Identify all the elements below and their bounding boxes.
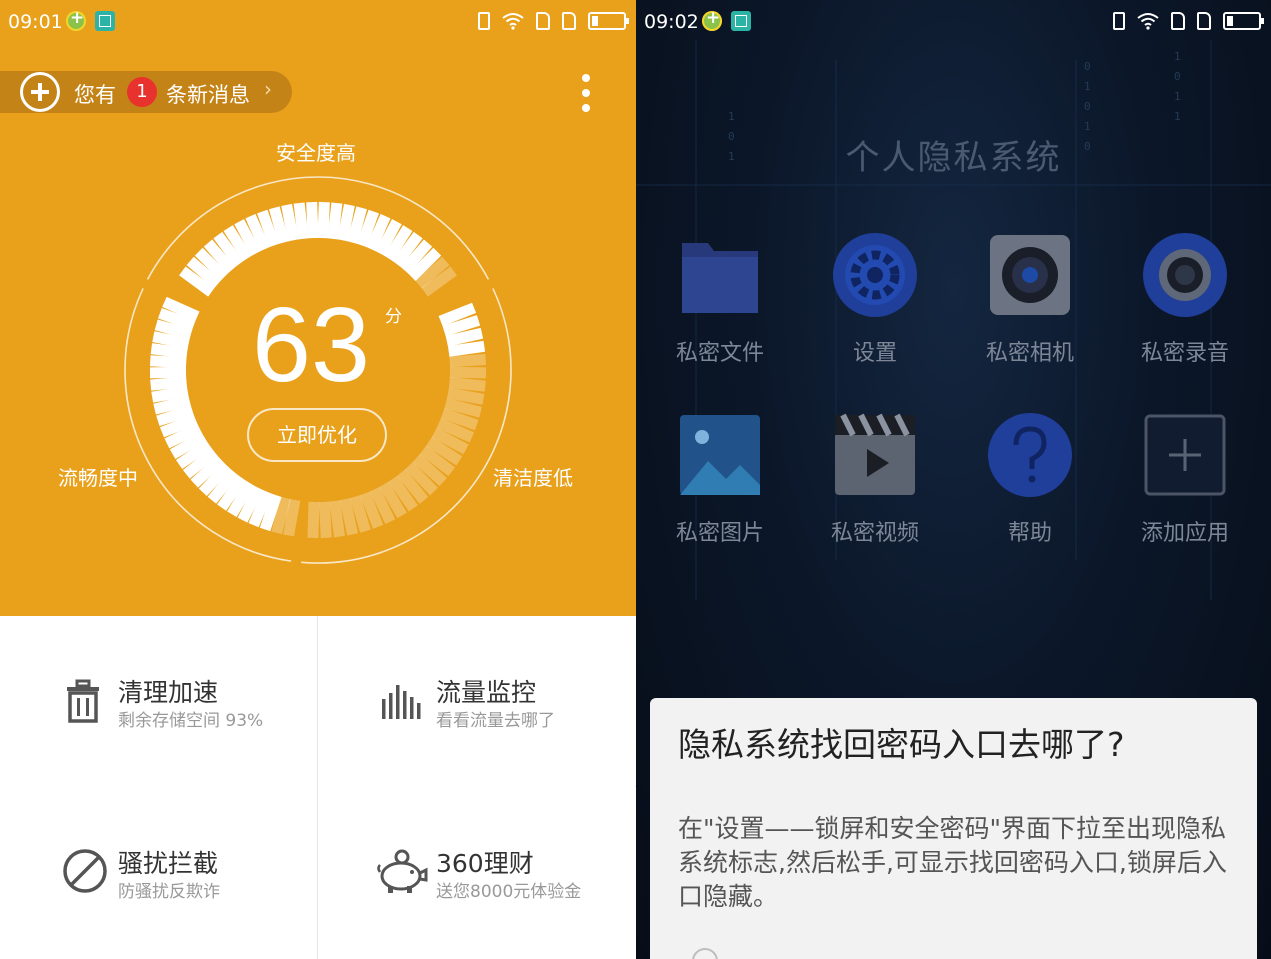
- battery-icon: [1223, 12, 1264, 30]
- sim1-icon: [1171, 12, 1185, 30]
- gauge-segment: [445, 327, 484, 347]
- gauge-segment: [449, 366, 487, 379]
- svg-text:1: 1: [1084, 80, 1091, 93]
- dialog-title: 隐私系统找回密码入口去哪了?: [678, 725, 1125, 764]
- app-label: 私密视频: [830, 521, 919, 546]
- picture-icon: [680, 415, 760, 495]
- tile-360-finance[interactable]: 360理财 送您8000元体验金: [318, 788, 635, 958]
- app-label: 添加应用: [1140, 521, 1229, 546]
- gauge-segment: [337, 203, 355, 242]
- dialog-checkbox-icon[interactable]: [690, 946, 720, 959]
- svg-text:1: 1: [728, 110, 735, 123]
- tile-subtitle: 送您8000元体验金: [436, 882, 582, 902]
- gauge-segment: [283, 499, 301, 537]
- score-unit: 分: [385, 307, 402, 327]
- status-time: 09:02: [644, 11, 699, 33]
- app-label: 私密图片: [675, 521, 764, 546]
- app-notification-icon: [702, 8, 722, 31]
- gauge-segment: [293, 202, 309, 240]
- gauge-segment: [150, 343, 188, 359]
- camera-icon: [990, 235, 1070, 315]
- optimize-button[interactable]: 立即优化: [247, 408, 387, 462]
- add-app-icon: [1144, 414, 1226, 496]
- svg-text:0: 0: [1084, 60, 1091, 73]
- security-score: 63: [252, 286, 370, 404]
- gauge-segment: [448, 377, 486, 392]
- sim2-icon: [1197, 12, 1211, 30]
- cleanliness-level-label: 清洁度低: [493, 466, 573, 490]
- password-recovery-dialog: 隐私系统找回密码入口去哪了? 在"设置——锁屏和安全密码"界面下拉至出现隐私系统…: [650, 698, 1257, 959]
- tile-title: 360理财: [436, 849, 534, 878]
- status-bar: 09:02: [636, 0, 1271, 44]
- screenshot-icon: [731, 11, 751, 31]
- tile-subtitle: 看看流量去哪了: [436, 711, 555, 731]
- gauge-segment: [318, 501, 332, 539]
- app-label: 私密相机: [985, 341, 1074, 366]
- gauge-segment: [447, 340, 486, 357]
- tile-title: 清理加速: [118, 678, 219, 707]
- app-label: 私密文件: [675, 341, 764, 366]
- gauge-segment: [151, 385, 189, 403]
- fluency-level-label: 流畅度中: [58, 466, 138, 490]
- gauge-segment: [281, 203, 299, 242]
- tile-title: 流量监控: [436, 678, 537, 707]
- gauge-segment: [149, 355, 187, 369]
- tile-title: 骚扰拦截: [118, 849, 219, 878]
- video-clapper-icon: [835, 413, 915, 495]
- app-label: 帮助: [1007, 521, 1052, 546]
- piggy-bank-icon: [377, 849, 428, 893]
- wifi-icon: [1137, 12, 1159, 30]
- dialog-body: 在"设置——锁屏和安全密码"界面下拉至出现隐私系统标志,然后松手,可显示找回密码…: [678, 814, 1227, 911]
- gauge-segment: [149, 366, 187, 379]
- svg-text:0: 0: [1084, 100, 1091, 113]
- app-label: 设置: [852, 341, 897, 366]
- help-icon: [988, 413, 1072, 497]
- recorder-icon: [1143, 233, 1227, 317]
- bar-chart-icon: [382, 685, 421, 719]
- trash-icon: [67, 679, 99, 723]
- gauge-segment: [329, 500, 345, 538]
- tile-harassment-block[interactable]: 骚扰拦截 防骚扰反欺诈: [0, 788, 317, 958]
- gauge-segment: [150, 376, 188, 391]
- app-label: 私密录音: [1140, 341, 1229, 366]
- gauge-segment: [307, 501, 320, 539]
- vibrate-icon: [1113, 12, 1125, 30]
- gauge-segment: [317, 201, 330, 239]
- tile-clean-speedup[interactable]: 清理加速 剩余存储空间 93%: [0, 617, 317, 787]
- gauge-segment: [327, 202, 343, 240]
- gauge-segment: [339, 498, 358, 536]
- svg-text:1: 1: [1174, 110, 1181, 123]
- gauge-segment: [449, 354, 487, 368]
- tile-subtitle: 防骚扰反欺诈: [118, 882, 220, 902]
- settings-gear-icon: [833, 233, 917, 317]
- gauge-segment: [447, 387, 485, 405]
- gauge-segment: [306, 201, 319, 239]
- svg-text:1: 1: [1174, 50, 1181, 63]
- tile-subtitle: 剩余存储空间 93%: [118, 711, 264, 731]
- safety-level-label: 安全度高: [276, 141, 356, 165]
- tile-traffic-monitor[interactable]: 流量监控 看看流量去哪了: [318, 617, 635, 787]
- block-icon: [63, 849, 107, 893]
- score-header: 09:01 您有 1 条新消息 › 安全度高 流畅度中: [0, 0, 636, 616]
- svg-text:0: 0: [1174, 70, 1181, 83]
- security-app-screen: 09:01 您有 1 条新消息 › 安全度高 流畅度中: [0, 0, 636, 959]
- privacy-system-title: 个人隐私系统: [845, 138, 1062, 178]
- folder-icon: [682, 243, 758, 313]
- svg-text:1: 1: [1174, 90, 1181, 103]
